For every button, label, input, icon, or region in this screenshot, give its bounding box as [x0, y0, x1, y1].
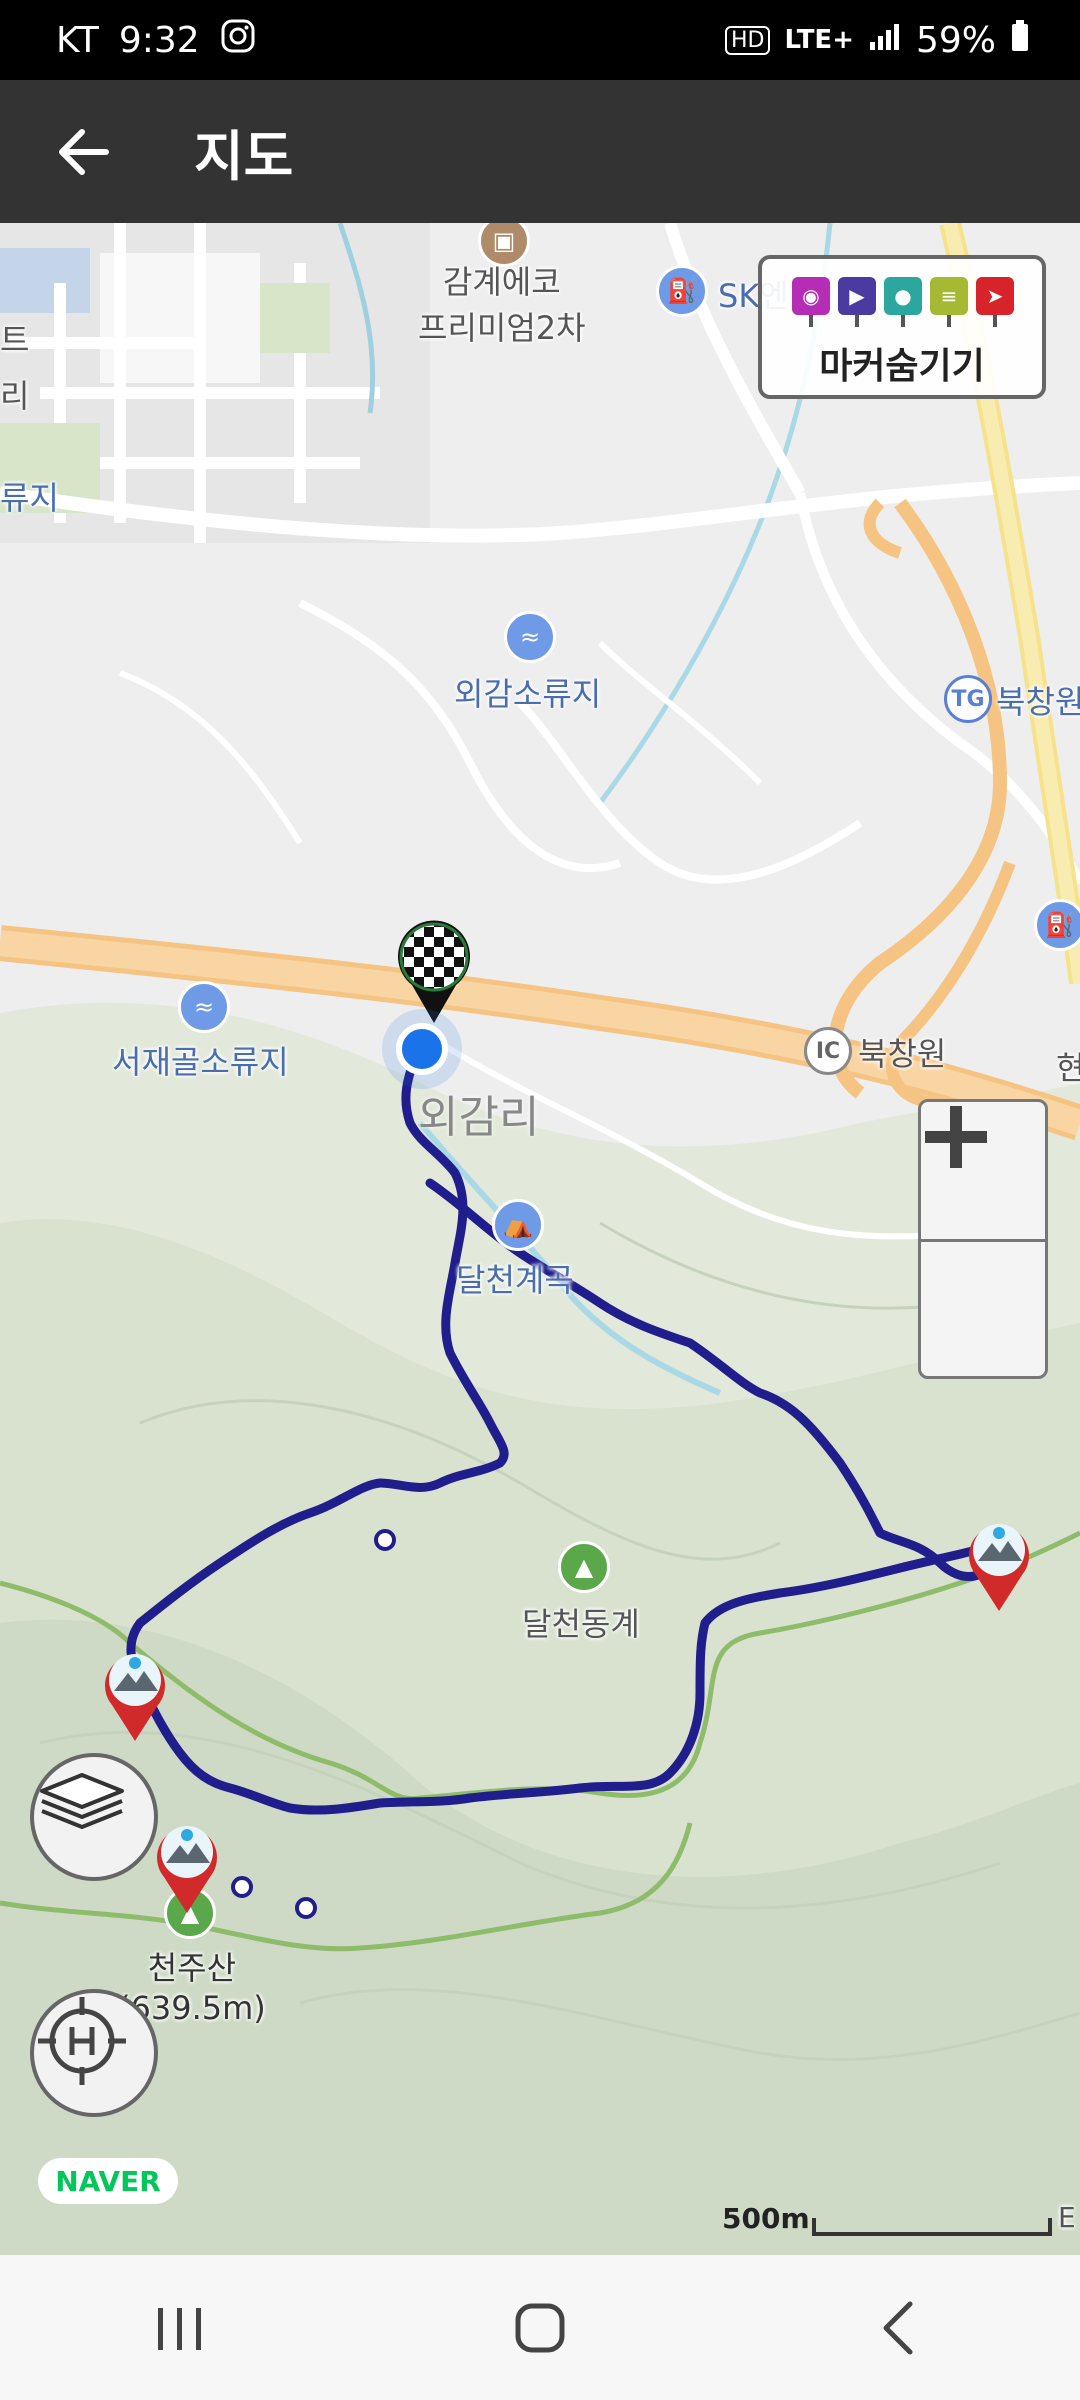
reservoir-label[interactable]: 외감소류지: [454, 669, 601, 715]
recents-icon: [158, 2307, 201, 2350]
status-right: HD LTE+ 59%: [724, 19, 1080, 62]
edge-label-right: 현: [1056, 1049, 1080, 1087]
village-label: 외감리: [418, 1092, 540, 1143]
apartment-label[interactable]: 감계에코 프리미엄2차: [418, 257, 586, 349]
system-nav-bar: [0, 2255, 1080, 2400]
minus-icon: [925, 1131, 987, 1143]
layers-icon: [40, 1773, 124, 1829]
home-button[interactable]: [480, 2278, 600, 2378]
hd-badge: HD: [724, 25, 771, 55]
carrier-label: KT: [56, 19, 99, 61]
zoom-out-button[interactable]: [921, 1131, 1045, 1379]
valley-label[interactable]: 달천계곡: [456, 1255, 574, 1301]
dalcheon-label[interactable]: 달천동계: [522, 1599, 640, 1645]
gas-station-icon: ⛽: [656, 265, 708, 317]
clock: 9:32: [118, 19, 200, 61]
mountain-icon: ▲: [558, 1541, 610, 1593]
system-back-button[interactable]: [840, 2278, 960, 2378]
video-icon: ▶: [838, 277, 876, 327]
zoom-control: [918, 1099, 1048, 1379]
status-left: KT 9:32: [0, 18, 256, 63]
locate-button[interactable]: [30, 1989, 158, 2117]
microphone-icon: ●: [884, 277, 922, 327]
ic-badge: IC: [804, 1027, 852, 1075]
ic-label[interactable]: 북창원: [858, 1029, 946, 1075]
arrow-left-icon: [59, 128, 109, 175]
tollgate-label[interactable]: 북창원: [996, 677, 1080, 723]
current-location-dot: [396, 1023, 448, 1075]
note-icon: ≡: [930, 277, 968, 327]
battery-icon: [1010, 19, 1030, 62]
home-icon: [515, 2303, 565, 2352]
instagram-icon: [220, 18, 256, 63]
camera-icon: ◉: [792, 277, 830, 327]
reservoir-label-2[interactable]: 서재골소류지: [112, 1037, 289, 1083]
marker-toggle-button[interactable]: ◉ ▶ ● ≡ ➤ 마커숨기기: [758, 255, 1046, 399]
edge-label-1: 트: [0, 321, 30, 359]
edge-label-right-2: E: [1058, 2201, 1076, 2234]
photo-pin-icon-2[interactable]: [100, 1645, 170, 1745]
network-label: LTE+: [784, 25, 854, 55]
scale-label: 500m: [722, 2202, 810, 2235]
map-view[interactable]: ▣ 감계에코 프리미엄2차 ⛽ SK엔 트 리 류지 ≈ 외감소류지 TG 북창…: [0, 223, 1080, 2255]
edge-label-3: 류지: [0, 479, 59, 517]
reservoir-icon-2: ≈: [178, 981, 230, 1033]
signal-icon: [868, 20, 902, 61]
finish-flag-icon[interactable]: [394, 917, 474, 1027]
tollgate-badge: TG: [944, 675, 992, 723]
page-title: 지도: [194, 125, 294, 188]
chevron-left-icon: [883, 2301, 913, 2354]
naver-logo: NAVER: [38, 2158, 178, 2204]
recent-apps-button[interactable]: [120, 2278, 240, 2378]
marker-toggle-label: 마커숨기기: [819, 346, 985, 387]
app-header: 지도: [0, 80, 1080, 223]
layers-button[interactable]: [30, 1753, 158, 1881]
gas-station-icon-right: ⛽: [1034, 899, 1080, 951]
status-bar: KT 9:32 HD LTE+ 59%: [0, 0, 1080, 80]
reservoir-icon: ≈: [504, 611, 556, 663]
edge-label-2: 리: [0, 377, 30, 415]
photo-pin-icon[interactable]: [964, 1515, 1034, 1615]
campground-icon: ⛺: [492, 1199, 544, 1251]
checkered-flag-icon: [398, 920, 470, 1023]
photo-pin-icon-3[interactable]: [152, 1817, 222, 1917]
battery-percent: 59%: [915, 19, 996, 61]
back-button[interactable]: [48, 116, 120, 188]
flag-icon: ➤: [976, 277, 1014, 327]
scale-bar: [812, 2218, 1052, 2236]
marker-icon-row: ◉ ▶ ● ≡ ➤: [792, 277, 1014, 327]
crosshair-icon: [38, 1997, 126, 2085]
